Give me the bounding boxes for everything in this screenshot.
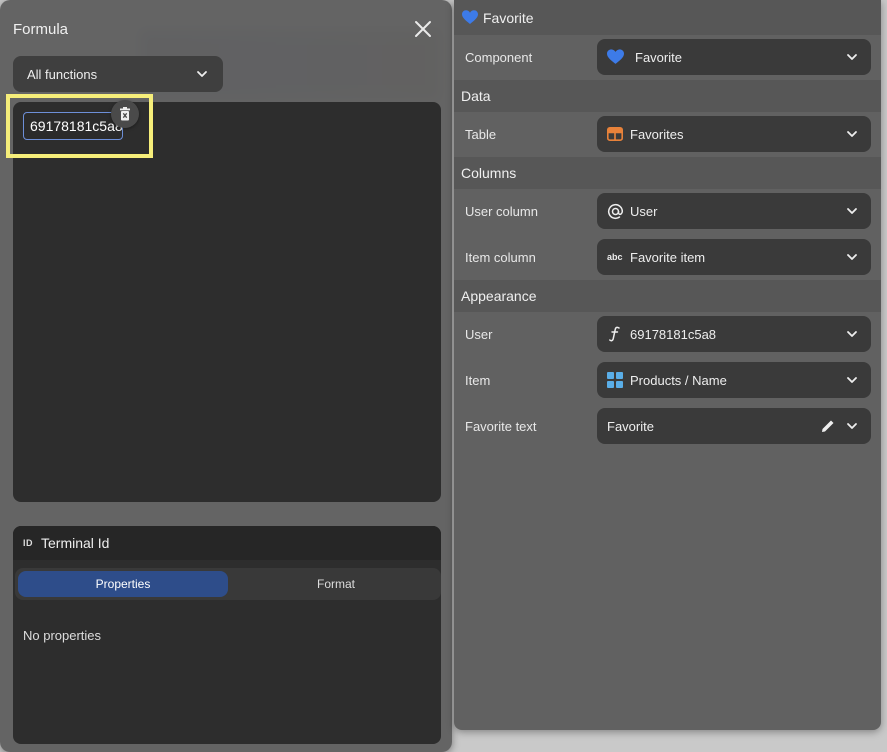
user-formula-dropdown[interactable]: 69178181c5a8 (597, 316, 871, 352)
chevron-down-icon (847, 254, 857, 260)
formula-token[interactable]: 69178181c5a8 (23, 112, 123, 140)
formula-editor[interactable] (13, 102, 441, 502)
inspector-panel: Favorite Component Favorite Data Table F… (454, 0, 881, 730)
item-value: Products / Name (630, 372, 727, 388)
heart-icon (462, 10, 478, 24)
favorite-text-value: Favorite (607, 418, 654, 434)
chevron-down-icon (847, 377, 857, 383)
function-icon (609, 326, 620, 342)
user-label: User (465, 327, 493, 342)
terminal-properties-panel: ID Terminal Id Properties Format No prop… (13, 526, 441, 744)
item-column-value: Favorite item (630, 249, 706, 265)
function-filter-value: All functions (27, 66, 98, 82)
chevron-down-icon (847, 331, 857, 337)
section-columns: Columns (454, 157, 881, 189)
id-icon: ID (23, 538, 33, 548)
item-column-dropdown[interactable]: abc Favorite item (597, 239, 871, 275)
trash-icon (120, 107, 130, 121)
table-value: Favorites (630, 126, 684, 142)
table-icon (607, 127, 623, 141)
delete-token-button[interactable] (111, 100, 139, 128)
inspector-title: Favorite (483, 9, 534, 26)
favorite-text-field[interactable]: Favorite (597, 408, 871, 444)
chevron-down-icon (197, 71, 207, 77)
tab-format[interactable]: Format (231, 568, 441, 600)
tab-properties[interactable]: Properties (18, 571, 228, 597)
component-dropdown[interactable]: Favorite (597, 39, 871, 75)
component-value: Favorite (635, 49, 682, 65)
chevron-down-icon (847, 131, 857, 137)
user-column-dropdown[interactable]: User (597, 193, 871, 229)
chevron-down-icon (847, 423, 857, 429)
no-properties-text: No properties (23, 628, 102, 643)
chevron-down-icon (847, 54, 857, 60)
close-icon[interactable] (411, 17, 435, 41)
terminal-title: Terminal Id (41, 535, 110, 551)
text-type-icon: abc (607, 252, 623, 262)
user-column-value: User (630, 203, 658, 219)
properties-format-tabs: Properties Format (15, 568, 441, 600)
section-data: Data (454, 80, 881, 112)
item-label: Item (465, 373, 491, 388)
table-label: Table (465, 127, 497, 142)
chevron-down-icon (847, 208, 857, 214)
heart-icon (607, 49, 624, 64)
function-filter-dropdown[interactable]: All functions (13, 56, 223, 92)
terminal-header: ID Terminal Id (13, 526, 441, 560)
section-appearance: Appearance (454, 280, 881, 312)
at-sign-icon (607, 203, 624, 219)
inspector-header: Favorite (454, 0, 881, 35)
grid-icon (607, 372, 623, 388)
item-dropdown[interactable]: Products / Name (597, 362, 871, 398)
pencil-icon[interactable] (821, 419, 835, 433)
favorite-text-label: Favorite text (465, 419, 537, 434)
user-column-label: User column (465, 204, 538, 219)
formula-title: Formula (13, 21, 69, 38)
component-label: Component (465, 50, 533, 65)
user-value: 69178181c5a8 (630, 326, 717, 342)
table-dropdown[interactable]: Favorites (597, 116, 871, 152)
item-column-label: Item column (465, 250, 536, 265)
